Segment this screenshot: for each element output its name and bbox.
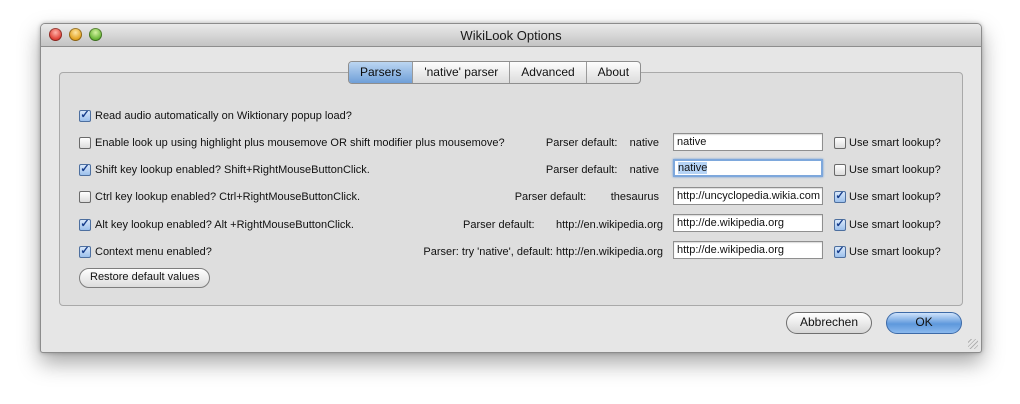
ctrl-smart-checkbox[interactable]: ✓ xyxy=(834,191,846,203)
ctrl-lookup-checkbox[interactable] xyxy=(79,191,91,203)
tab-native-parser[interactable]: 'native' parser xyxy=(412,62,509,83)
highlight-lookup-checkbox[interactable] xyxy=(79,137,91,149)
shift-parser-default: Parser default: native xyxy=(546,164,659,176)
ctrl-lookup-label: Ctrl key lookup enabled? Ctrl+RightMouse… xyxy=(95,191,361,203)
alt-lookup-option[interactable]: ✓ Alt key lookup enabled? Alt +RightMous… xyxy=(79,219,354,231)
ctrl-lookup-option[interactable]: Ctrl key lookup enabled? Ctrl+RightMouse… xyxy=(79,191,360,203)
parser-default-prefix: Parser default: xyxy=(463,219,535,231)
highlight-lookup-option[interactable]: Enable look up using highlight plus mous… xyxy=(79,137,505,149)
tab-advanced[interactable]: Advanced xyxy=(509,62,585,83)
alt-parser-input[interactable]: http://de.wikipedia.org xyxy=(673,214,823,232)
cancel-button[interactable]: Abbrechen xyxy=(786,312,872,334)
parser-default-value: native xyxy=(629,137,659,149)
tab-parsers[interactable]: Parsers xyxy=(349,62,413,83)
highlight-parser-input[interactable]: native xyxy=(673,133,823,151)
context-menu-label: Context menu enabled? xyxy=(95,246,212,258)
resize-grip-icon[interactable] xyxy=(968,339,978,349)
tab-about[interactable]: About xyxy=(585,62,640,83)
parser-default-value: http://en.wikipedia.org xyxy=(555,219,663,231)
parser-default-value: native xyxy=(629,164,659,176)
alt-lookup-label: Alt key lookup enabled? Alt +RightMouseB… xyxy=(95,219,354,231)
smart-lookup-label: Use smart lookup? xyxy=(849,219,941,231)
ctrl-smart-lookup[interactable]: ✓ Use smart lookup? xyxy=(834,191,941,203)
smart-lookup-label: Use smart lookup? xyxy=(849,191,941,203)
options-window: WikiLook Options Parsers 'native' parser… xyxy=(40,23,982,353)
title-bar[interactable]: WikiLook Options xyxy=(41,24,981,47)
shift-lookup-checkbox[interactable]: ✓ xyxy=(79,164,91,176)
read-audio-checkbox[interactable]: ✓ xyxy=(79,110,91,122)
ok-button[interactable]: OK xyxy=(886,312,962,334)
shift-lookup-option[interactable]: ✓ Shift key lookup enabled? Shift+RightM… xyxy=(79,164,370,176)
highlight-parser-default: Parser default: native xyxy=(546,137,659,149)
tab-bar: Parsers 'native' parser Advanced About xyxy=(348,61,642,84)
shift-parser-input[interactable]: native xyxy=(673,159,823,177)
parser-default-value: http://en.wikipedia.org xyxy=(555,246,663,258)
parser-default-prefix: Parser default: xyxy=(545,164,618,176)
highlight-lookup-label: Enable look up using highlight plus mous… xyxy=(95,137,505,149)
context-smart-lookup[interactable]: ✓ Use smart lookup? xyxy=(834,246,941,258)
context-smart-checkbox[interactable]: ✓ xyxy=(834,246,846,258)
alt-lookup-checkbox[interactable]: ✓ xyxy=(79,219,91,231)
shift-smart-checkbox[interactable] xyxy=(834,164,846,176)
highlight-smart-lookup[interactable]: Use smart lookup? xyxy=(834,137,941,149)
alt-smart-lookup[interactable]: ✓ Use smart lookup? xyxy=(834,219,941,231)
highlight-smart-checkbox[interactable] xyxy=(834,137,846,149)
smart-lookup-label: Use smart lookup? xyxy=(849,246,941,258)
parser-default-value: thesaurus xyxy=(610,191,659,203)
context-menu-option[interactable]: ✓ Context menu enabled? xyxy=(79,246,212,258)
context-parser-input[interactable]: http://de.wikipedia.org xyxy=(673,241,823,259)
read-audio-option[interactable]: ✓ Read audio automatically on Wiktionary… xyxy=(79,110,352,122)
context-menu-checkbox[interactable]: ✓ xyxy=(79,246,91,258)
read-audio-label: Read audio automatically on Wiktionary p… xyxy=(95,110,352,122)
alt-parser-default: Parser default: http://en.wikipedia.org xyxy=(463,219,663,231)
context-parser-default: Parser: try 'native', default: http://en… xyxy=(423,246,663,258)
parser-default-prefix: Parser default: xyxy=(514,191,587,203)
ctrl-parser-input[interactable]: http://uncyclopedia.wikia.com xyxy=(673,187,823,205)
alt-smart-checkbox[interactable]: ✓ xyxy=(834,219,846,231)
parser-default-prefix: Parser: try 'native', default: xyxy=(423,246,553,258)
ctrl-parser-default: Parser default: thesaurus xyxy=(515,191,659,203)
window-title: WikiLook Options xyxy=(460,28,562,43)
restore-defaults-button[interactable]: Restore default values xyxy=(79,268,211,288)
shift-smart-lookup[interactable]: Use smart lookup? xyxy=(834,164,941,176)
smart-lookup-label: Use smart lookup? xyxy=(849,164,941,176)
smart-lookup-label: Use smart lookup? xyxy=(849,137,941,149)
shift-lookup-label: Shift key lookup enabled? Shift+RightMou… xyxy=(95,164,370,176)
parser-default-prefix: Parser default: xyxy=(545,137,618,149)
selected-text: native xyxy=(678,162,708,174)
